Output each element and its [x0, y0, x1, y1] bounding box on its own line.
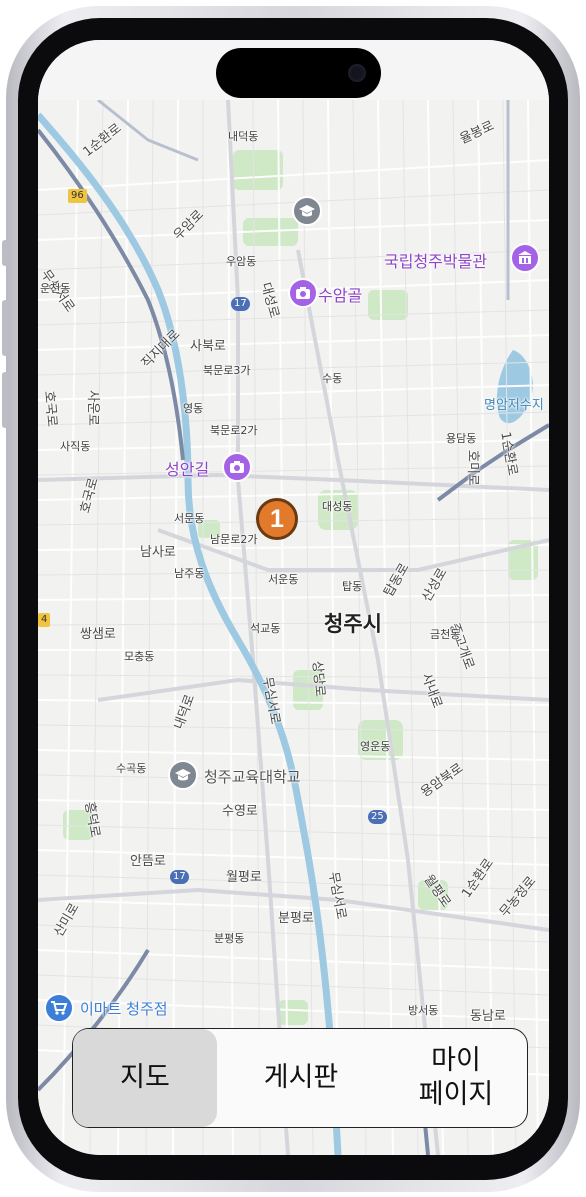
route-shield: 17 [170, 870, 189, 884]
area-label: 북문로2가 [210, 424, 258, 437]
suamgol-label[interactable]: 수암골 [318, 282, 362, 306]
university-pin-icon[interactable] [168, 760, 198, 790]
camera-icon [348, 64, 366, 82]
area-label: 서운동 [268, 573, 299, 586]
shopping-cart-icon [51, 1001, 68, 1015]
status-bar [38, 40, 549, 100]
route-shield: 4 [38, 613, 51, 627]
area-label: 석교동 [250, 622, 281, 635]
area-label: 영운동 [360, 740, 391, 753]
camera-icon [230, 461, 244, 473]
seongangil-pin-icon[interactable] [222, 452, 252, 482]
area-label: 북문로3가 [203, 364, 251, 377]
area-label: 방서동 [408, 1004, 439, 1017]
area-label: 서문동 [174, 512, 205, 525]
volume-down-button [2, 372, 8, 428]
map-view[interactable]: 1순환로 율봉로 우암로 무심서로 직지대로 대성로 사북로 호국로 사운로 남… [38, 100, 549, 1155]
seongangil-label[interactable]: 성안길 [165, 456, 209, 480]
road-label: 쌍샘로 [80, 627, 116, 642]
road-label: 수영로 [222, 804, 258, 819]
volume-up-button [2, 300, 8, 356]
tab-board[interactable]: 게시판 [217, 1029, 385, 1127]
emart-label[interactable]: 이마트 청주점 [80, 998, 168, 1019]
area-label: 금천동 [430, 628, 461, 641]
road-label: 동남로 [470, 1009, 506, 1024]
location-marker[interactable]: 1 [256, 498, 298, 540]
road-label: 호미로 [465, 450, 480, 486]
area-label: 남주동 [174, 567, 205, 580]
area-label: 운천동 [40, 282, 71, 295]
area-label: 모충동 [124, 650, 155, 663]
road-label: 사운로 [85, 390, 100, 426]
screen: 1순환로 율봉로 우암로 무심서로 직지대로 대성로 사북로 호국로 사운로 남… [38, 40, 549, 1155]
university-label[interactable]: 청주교육대학교 [204, 766, 301, 787]
area-label: 분평동 [214, 932, 245, 945]
road-label: 월평로 [226, 870, 262, 885]
tab-map[interactable]: 지도 [73, 1029, 217, 1127]
dynamic-island [216, 48, 381, 98]
area-label: 탑동 [342, 580, 363, 593]
area-label: 수곡동 [116, 762, 147, 775]
city-label: 청주시 [324, 612, 382, 636]
camera-icon [296, 287, 310, 299]
school-pin-icon[interactable] [292, 196, 322, 226]
bottom-tab-bar: 지도 게시판 마이 페이지 [72, 1028, 528, 1128]
museum-icon [518, 251, 532, 264]
road-label: 분평로 [278, 911, 314, 926]
road-label: 사북로 [190, 339, 226, 354]
area-label: 남문로2가 [210, 533, 258, 546]
road-label: 호국로 [41, 390, 60, 428]
graduation-cap-icon [175, 769, 191, 781]
tab-mypage[interactable]: 마이 페이지 [385, 1029, 527, 1127]
area-label: 영동 [183, 402, 204, 415]
route-shield: 96 [68, 189, 87, 203]
road-label: 안뜸로 [130, 854, 166, 869]
area-label: 사직동 [60, 440, 91, 453]
action-button [2, 240, 8, 266]
emart-pin-icon[interactable] [44, 993, 74, 1023]
road-label: 상당로 [309, 660, 328, 698]
area-label: 우암동 [226, 255, 257, 268]
graduation-cap-icon [299, 205, 315, 217]
road-label: 남사로 [140, 545, 176, 560]
suamgol-pin-icon[interactable] [288, 278, 318, 308]
area-label: 대성동 [322, 500, 353, 513]
area-label: 수동 [322, 372, 343, 385]
museum-label[interactable]: 국립청주박물관 [384, 248, 487, 272]
museum-pin-icon[interactable] [510, 243, 540, 273]
route-shield: 25 [368, 810, 387, 824]
area-label: 용담동 [446, 432, 477, 445]
reservoir-label: 명암저수지 [484, 398, 544, 413]
route-shield: 17 [231, 297, 250, 311]
area-label: 내덕동 [228, 130, 259, 143]
